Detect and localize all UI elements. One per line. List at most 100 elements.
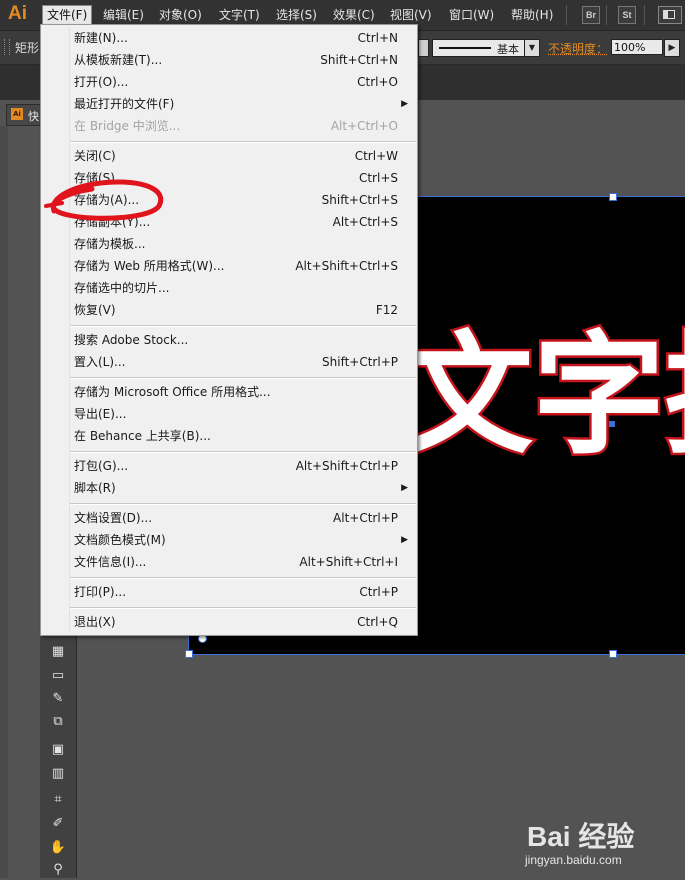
menubar-divider (566, 5, 567, 25)
watermark-brand: Bai 经验 (527, 821, 635, 852)
menu-file[interactable]: 文件(F) (42, 5, 93, 25)
menu-item-save[interactable]: 存储(S) Ctrl+S (41, 167, 417, 189)
menu-item-place[interactable]: 置入(L)... Shift+Ctrl+P (41, 351, 417, 373)
zoom-tool-icon[interactable]: ⚲ (48, 860, 68, 880)
menu-item-label: 存储副本(Y)... (74, 215, 151, 229)
menu-effect[interactable]: 效果(C) (329, 6, 379, 24)
selection-handle[interactable] (609, 650, 617, 658)
menu-item-label: 存储选中的切片... (74, 281, 170, 295)
menu-item-scripts[interactable]: 脚本(R) ▶ (41, 477, 417, 499)
menu-item-save-as-template[interactable]: 存储为模板... (41, 233, 417, 255)
chevron-right-icon[interactable]: ▶ (664, 39, 680, 57)
menu-item-save-as[interactable]: 存储为(A)... Shift+Ctrl+S (41, 189, 417, 211)
menu-help[interactable]: 帮助(H) (507, 6, 557, 24)
menu-item-open[interactable]: 打开(O)... Ctrl+O (41, 71, 417, 93)
ai-file-icon: Ai (11, 108, 23, 120)
menu-view[interactable]: 视图(V) (386, 6, 436, 24)
menu-item-open-recent[interactable]: 最近打开的文件(F) ▶ (41, 93, 417, 115)
menu-item-revert[interactable]: 恢复(V) F12 (41, 299, 417, 321)
menu-item-save-selected-slices[interactable]: 存储选中的切片... (41, 277, 417, 299)
menu-item-label: 存储为(A)... (74, 193, 140, 207)
menu-separator (70, 141, 416, 143)
menu-item-document-setup[interactable]: 文档设置(D)... Alt+Ctrl+P (41, 507, 417, 529)
menu-item-save-for-web[interactable]: 存储为 Web 所用格式(W)... Alt+Shift+Ctrl+S (41, 255, 417, 277)
bridge-button[interactable]: Br (582, 6, 600, 24)
chevron-down-icon[interactable]: ▼ (524, 39, 540, 57)
menu-item-shortcut: Ctrl+O (357, 75, 398, 89)
opacity-label[interactable]: 不透明度： (548, 40, 608, 57)
menu-item-save-for-office[interactable]: 存储为 Microsoft Office 所用格式... (41, 381, 417, 403)
menu-window[interactable]: 窗口(W) (445, 6, 498, 24)
menu-select[interactable]: 选择(S) (272, 6, 321, 24)
menu-item-print[interactable]: 打印(P)... Ctrl+P (41, 581, 417, 603)
blend-tool-icon[interactable]: ⧉ (48, 712, 68, 732)
gradient-tool-icon[interactable]: ▭ (48, 666, 68, 686)
symbol-sprayer-tool-icon[interactable]: ▣ (48, 740, 68, 760)
menu-item-shortcut: Alt+Ctrl+S (332, 215, 398, 229)
selection-handle[interactable] (609, 193, 617, 201)
illustrator-logo: Ai (8, 3, 27, 24)
menu-item-label: 存储为模板... (74, 237, 146, 251)
menu-item-shortcut: Shift+Ctrl+S (321, 193, 398, 207)
menu-item-label: 打印(P)... (74, 585, 127, 599)
menu-item-document-color-mode[interactable]: 文档颜色模式(M) ▶ (41, 529, 417, 551)
menu-item-label: 文档颜色模式(M) (74, 533, 166, 547)
menu-item-shortcut: Alt+Shift+Ctrl+S (295, 259, 398, 273)
menu-item-share-on-behance[interactable]: 在 Behance 上共享(B)... (41, 425, 417, 447)
menu-item-export[interactable]: 导出(E)... (41, 403, 417, 425)
column-graph-tool-icon[interactable]: ▥ (48, 764, 68, 784)
menu-separator (70, 451, 416, 453)
menu-item-browse-in-bridge[interactable]: 在 Bridge 中浏览... Alt+Ctrl+O (41, 115, 417, 137)
opacity-input[interactable]: 100% (611, 39, 663, 55)
menu-type[interactable]: 文字(T) (215, 6, 264, 24)
menu-separator (70, 577, 416, 579)
menu-item-label: 文件信息(I)... (74, 555, 147, 569)
menu-item-label: 退出(X) (74, 615, 116, 629)
menu-item-label: 搜索 Adobe Stock... (74, 333, 189, 347)
panel-grip-icon[interactable] (4, 39, 10, 55)
artboard-text[interactable]: 文字描 (399, 328, 685, 465)
file-menu-dropdown: 新建(N)... Ctrl+N 从模板新建(T)... Shift+Ctrl+N 打… (40, 24, 418, 636)
menu-separator (70, 607, 416, 609)
baidu-jingyan-watermark: Bai 经验 jingyan.baidu.com (525, 815, 685, 875)
menu-item-label: 置入(L)... (74, 355, 126, 369)
submenu-arrow-icon: ▶ (401, 483, 408, 493)
slice-tool-icon[interactable]: ✐ (48, 814, 68, 834)
selection-type-label: 矩形 (15, 41, 40, 55)
hand-tool-icon[interactable]: ✋ (48, 838, 68, 858)
menu-item-search-adobe-stock[interactable]: 搜索 Adobe Stock... (41, 329, 417, 351)
menu-item-exit[interactable]: 退出(X) Ctrl+Q (41, 611, 417, 633)
eyedropper-tool-icon[interactable]: ✎ (48, 689, 68, 709)
menu-object[interactable]: 对象(O) (155, 6, 206, 24)
menu-item-label: 恢复(V) (74, 303, 116, 317)
panel-edge (0, 126, 8, 878)
stroke-profile-select[interactable]: 基本 (432, 39, 525, 57)
submenu-arrow-icon: ▶ (401, 99, 408, 109)
menu-item-new[interactable]: 新建(N)... Ctrl+N (41, 27, 417, 49)
selection-handle[interactable] (185, 650, 193, 658)
menu-item-label: 最近打开的文件(F) (74, 97, 175, 111)
menu-item-label: 存储为 Microsoft Office 所用格式... (74, 385, 271, 399)
menu-item-save-a-copy[interactable]: 存储副本(Y)... Alt+Ctrl+S (41, 211, 417, 233)
menu-item-file-info[interactable]: 文件信息(I)... Alt+Shift+Ctrl+I (41, 551, 417, 573)
menu-item-label: 打开(O)... (74, 75, 129, 89)
menu-item-close[interactable]: 关闭(C) Ctrl+W (41, 145, 417, 167)
menu-item-label: 在 Behance 上共享(B)... (74, 429, 211, 443)
menu-item-label: 文档设置(D)... (74, 511, 153, 525)
document-tab[interactable]: Ai 快 (6, 104, 44, 126)
artboard-tool-icon[interactable]: ⌗ (48, 790, 68, 810)
document-tab-label: 快 (28, 110, 39, 123)
menu-item-shortcut: Ctrl+W (354, 149, 398, 163)
menu-item-package[interactable]: 打包(G)... Alt+Shift+Ctrl+P (41, 455, 417, 477)
stroke-weight-dropdown[interactable] (418, 39, 429, 57)
center-point[interactable] (609, 421, 615, 427)
menu-item-shortcut: Alt+Ctrl+P (333, 511, 398, 525)
workspace-switcher-icon[interactable] (658, 6, 682, 24)
submenu-arrow-icon: ▶ (401, 535, 408, 545)
menu-separator (70, 325, 416, 327)
menu-edit[interactable]: 编辑(E) (99, 6, 148, 24)
menu-item-new-from-template[interactable]: 从模板新建(T)... Shift+Ctrl+N (41, 49, 417, 71)
menu-item-shortcut: Alt+Ctrl+O (330, 119, 398, 133)
stock-button[interactable]: St (618, 6, 636, 24)
mesh-tool-icon[interactable]: ▦ (48, 642, 68, 662)
